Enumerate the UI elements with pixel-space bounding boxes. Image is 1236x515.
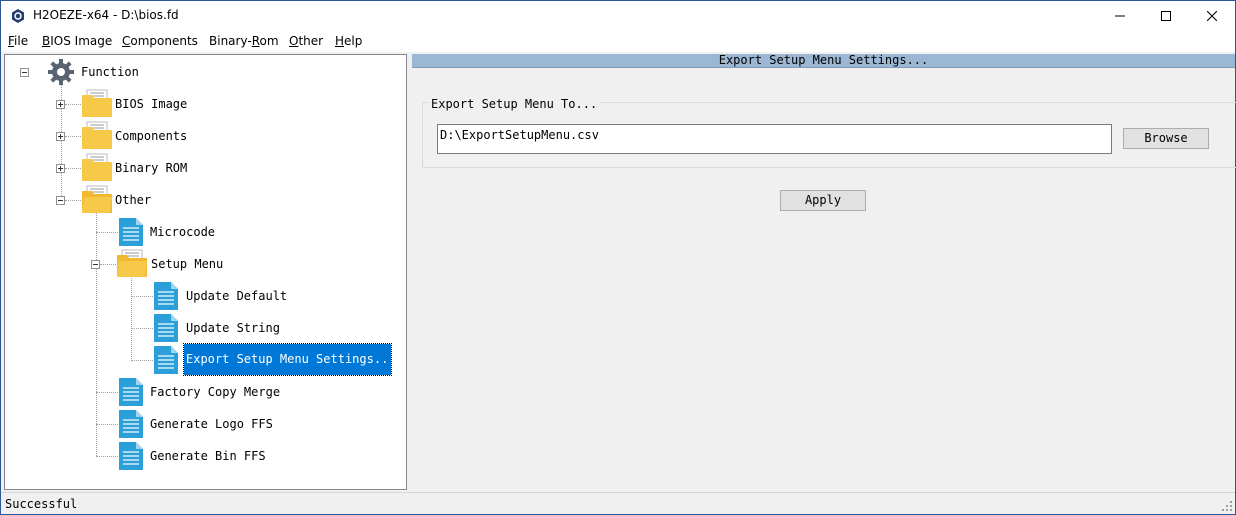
document-icon — [154, 282, 178, 310]
tree-connector — [96, 232, 118, 233]
export-path-input[interactable]: D:\ExportSetupMenu.csv — [437, 124, 1112, 154]
apply-button[interactable]: Apply — [780, 190, 866, 211]
gear-icon — [48, 59, 74, 85]
menu-binary-rom-prefix: Binary- — [209, 34, 252, 48]
tree-item-bios-image[interactable]: BIOS Image — [115, 97, 187, 111]
folder-icon — [82, 153, 112, 181]
menu-binary-rom-mnemonic: R — [251, 34, 260, 48]
document-icon — [119, 442, 143, 470]
tree-item-function[interactable]: Function — [81, 65, 139, 79]
panel-header-title: Export Setup Menu Settings... — [718, 53, 929, 67]
menu-file[interactable]: File — [8, 34, 28, 48]
tree-item-other[interactable]: Other — [115, 193, 151, 207]
settings-panel: Export Setup Menu Settings... Export Set… — [411, 54, 1236, 490]
document-icon — [119, 378, 143, 406]
tree-connector — [131, 275, 132, 361]
minimize-button[interactable] — [1097, 1, 1143, 31]
title-bar[interactable]: H2OEZE-x64 - D:\bios.fd — [1, 1, 1235, 31]
menu-binary-rom-label: om — [259, 34, 279, 48]
tree-connector — [96, 392, 118, 393]
close-icon — [1207, 11, 1217, 21]
document-icon — [119, 410, 143, 438]
tree-item-microcode[interactable]: Microcode — [150, 225, 215, 239]
tree-connector — [96, 456, 118, 457]
tree-connector — [96, 210, 97, 456]
window-title: H2OEZE-x64 - D:\bios.fd — [33, 8, 179, 22]
tree-item-update-default[interactable]: Update Default — [186, 289, 287, 303]
open-folder-icon — [117, 249, 147, 277]
tree-item-binary-rom[interactable]: Binary ROM — [115, 161, 187, 175]
menu-components-label: omponents — [130, 34, 198, 48]
panel-header: Export Setup Menu Settings... — [412, 54, 1235, 68]
tree-item-generate-logo-ffs[interactable]: Generate Logo FFS — [150, 417, 273, 431]
tree-item-update-string[interactable]: Update String — [186, 321, 280, 335]
menu-bar: File BIOS Image Components Binary-Rom Ot… — [1, 31, 1235, 52]
function-tree[interactable]: Function BIOS Image Components Binary RO… — [4, 54, 407, 490]
menu-help[interactable]: Help — [335, 34, 362, 48]
maximize-icon — [1161, 11, 1171, 21]
menu-file-label: ile — [14, 34, 29, 48]
tree-item-generate-bin-ffs[interactable]: Generate Bin FFS — [150, 449, 266, 463]
menu-bios-image-mnemonic: B — [42, 34, 51, 48]
menu-help-mnemonic: H — [335, 34, 345, 48]
tree-item-export-setup-menu-settings[interactable]: Export Setup Menu Settings... — [183, 343, 396, 376]
menu-other[interactable]: Other — [289, 34, 323, 48]
maximize-button[interactable] — [1143, 1, 1189, 31]
folder-icon — [82, 89, 112, 117]
collapse-toggle-function[interactable] — [20, 68, 29, 77]
menu-binary-rom[interactable]: Binary-Rom — [209, 34, 279, 48]
menu-bios-image-label: IOS Image — [50, 34, 113, 48]
expand-toggle-components[interactable] — [56, 132, 65, 141]
folder-icon — [82, 121, 112, 149]
expand-toggle-binary-rom[interactable] — [56, 164, 65, 173]
document-icon — [154, 314, 178, 342]
tree-connector — [131, 296, 153, 297]
export-group-label: Export Setup Menu To... — [429, 97, 600, 111]
menu-bios-image[interactable]: BIOS Image — [42, 34, 112, 48]
app-logo-icon — [12, 9, 24, 23]
status-bar: Successful — [1, 492, 1235, 514]
document-icon — [154, 346, 178, 374]
menu-other-label: ther — [298, 34, 324, 48]
collapse-toggle-setup-menu[interactable] — [91, 260, 100, 269]
menu-help-label: elp — [344, 34, 363, 48]
tree-connector — [96, 424, 118, 425]
tree-item-components[interactable]: Components — [115, 129, 187, 143]
close-button[interactable] — [1189, 1, 1235, 31]
minimize-icon — [1115, 15, 1125, 17]
document-icon — [119, 218, 143, 246]
open-folder-icon — [82, 185, 112, 213]
status-text: Successful — [5, 497, 78, 511]
tree-connector — [131, 360, 153, 361]
browse-button[interactable]: Browse — [1123, 128, 1209, 149]
tree-item-setup-menu[interactable]: Setup Menu — [151, 257, 223, 271]
tree-item-factory-copy-merge[interactable]: Factory Copy Merge — [150, 385, 280, 399]
app-window: H2OEZE-x64 - D:\bios.fd File BIOS Image … — [0, 0, 1236, 515]
tree-connector — [131, 328, 153, 329]
expand-toggle-bios-image[interactable] — [56, 100, 65, 109]
collapse-toggle-other[interactable] — [56, 196, 65, 205]
resize-grip-icon[interactable] — [1222, 501, 1232, 511]
menu-components[interactable]: Components — [122, 34, 198, 48]
